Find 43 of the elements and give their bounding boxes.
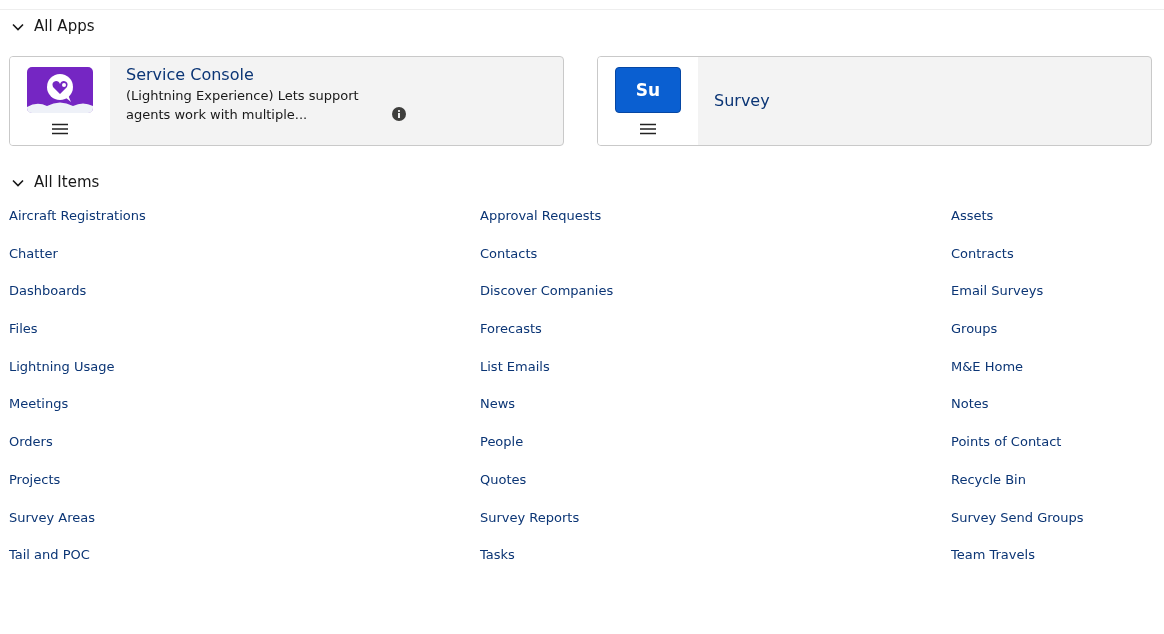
item-link[interactable]: Projects — [9, 469, 61, 508]
item-link[interactable]: Survey Send Groups — [951, 507, 1084, 546]
item-link[interactable]: Recycle Bin — [951, 469, 1026, 508]
chevron-down-icon[interactable] — [12, 21, 24, 33]
item-link[interactable]: Notes — [951, 394, 989, 433]
item-link[interactable]: Dashboards — [9, 281, 87, 320]
item-link[interactable]: News — [480, 394, 516, 433]
item-link[interactable]: Discover Companies — [480, 281, 614, 320]
item-link[interactable]: Orders — [9, 432, 53, 470]
item-link[interactable]: Lightning Usage — [9, 356, 115, 395]
app-name[interactable]: Survey — [714, 90, 770, 110]
item-link[interactable]: Tasks — [480, 545, 515, 583]
menu-icon[interactable] — [640, 123, 656, 135]
item-link[interactable]: Email Surveys — [951, 281, 1044, 320]
app-tile[interactable]: Service Console (Lightning Experience) Lets support agents work with multiple... — [9, 56, 564, 146]
app-tile[interactable]: Su Survey — [597, 56, 1152, 146]
item-link[interactable]: Survey Areas — [9, 507, 96, 546]
section-title[interactable]: All Items — [34, 173, 100, 191]
item-link[interactable]: Tail and POC — [9, 545, 90, 583]
menu-icon[interactable] — [52, 123, 68, 135]
item-link[interactable]: Assets — [951, 206, 994, 244]
item-link[interactable]: Meetings — [9, 394, 69, 433]
item-link[interactable]: Contracts — [951, 243, 1014, 282]
app-name[interactable]: Service Console — [126, 65, 406, 84]
item-link[interactable]: Quotes — [480, 469, 527, 508]
item-link[interactable]: Approval Requests — [480, 206, 602, 244]
item-link[interactable]: Aircraft Registrations — [9, 206, 146, 244]
section-title[interactable]: All Apps — [34, 17, 95, 35]
info-icon[interactable] — [392, 107, 406, 121]
item-link[interactable]: M&E Home — [951, 356, 1024, 395]
item-link[interactable]: Forecasts — [480, 319, 542, 357]
item-link[interactable]: Files — [9, 319, 38, 357]
item-link[interactable]: List Emails — [480, 356, 550, 395]
item-link[interactable]: People — [480, 432, 524, 470]
app-icon: Su — [615, 67, 681, 113]
app-description: (Lightning Experience) Lets support agents work with multiple... — [126, 87, 360, 124]
item-link[interactable]: Chatter — [9, 243, 58, 282]
item-link[interactable]: Team Travels — [951, 545, 1035, 583]
item-link[interactable]: Survey Reports — [480, 507, 580, 546]
item-link[interactable]: Points of Contact — [951, 432, 1062, 470]
item-link[interactable]: Contacts — [480, 243, 538, 282]
chevron-down-icon[interactable] — [12, 177, 24, 189]
item-link[interactable]: Groups — [951, 319, 998, 357]
